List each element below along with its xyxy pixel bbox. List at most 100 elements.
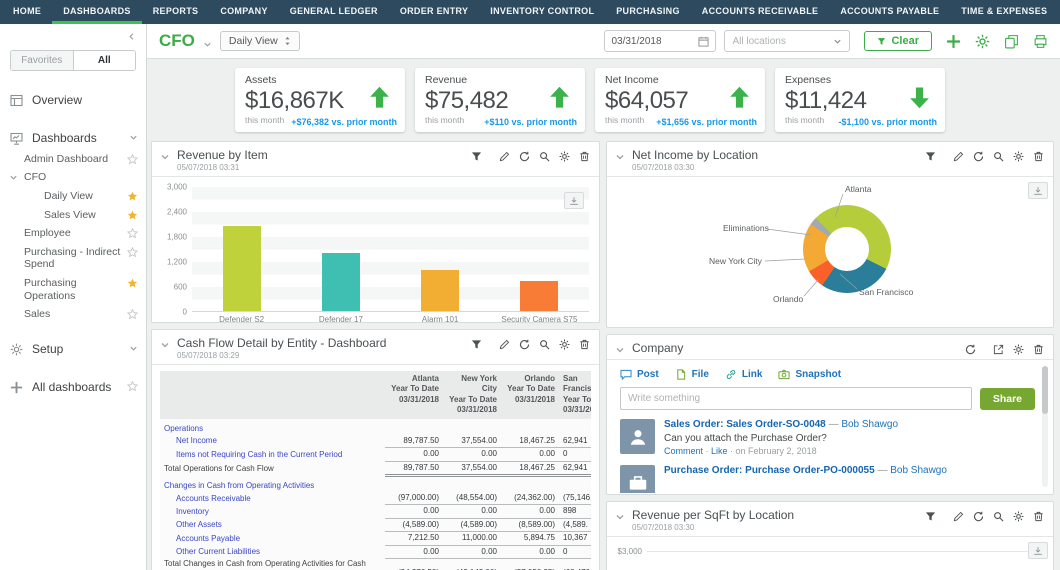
refresh-icon[interactable]: [973, 511, 984, 522]
nav-item-company[interactable]: COMPANY: [209, 0, 278, 24]
bar-security-camera-s75[interactable]: [520, 281, 558, 311]
kpi-card-net-income[interactable]: Net Income$64,057this month+$1,656 vs. p…: [595, 68, 765, 132]
delete-icon[interactable]: [1033, 151, 1044, 162]
edit-icon[interactable]: [499, 151, 510, 162]
row-label[interactable]: Items not Requiring Cash in the Current …: [160, 448, 385, 461]
post-action-like[interactable]: Like: [711, 446, 728, 456]
dashboard-settings-button[interactable]: [975, 34, 990, 49]
settings-icon[interactable]: [559, 151, 570, 162]
post-action-comment[interactable]: Comment: [664, 446, 703, 456]
star-outline-icon[interactable]: [127, 381, 138, 392]
download-chart-button[interactable]: [1028, 542, 1048, 559]
chevron-down-icon[interactable]: [129, 344, 138, 353]
nav-item-dashboards[interactable]: DASHBOARDS: [52, 0, 142, 24]
star-outline-icon[interactable]: [127, 247, 138, 258]
nav-item-time-expenses[interactable]: TIME & EXPENSES: [950, 0, 1058, 24]
kpi-card-revenue[interactable]: Revenue$75,482this month+$110 vs. prior …: [415, 68, 585, 132]
star-filled-icon[interactable]: [127, 191, 138, 202]
sidebar-item-daily-view[interactable]: Daily View: [0, 187, 146, 206]
zoom-icon[interactable]: [539, 151, 550, 162]
collapse-panel-icon[interactable]: [615, 512, 625, 522]
edit-icon[interactable]: [499, 339, 510, 350]
collapse-panel-icon[interactable]: [160, 340, 170, 350]
composer-tab-snapshot[interactable]: Snapshot: [778, 369, 841, 380]
filter-icon[interactable]: [925, 511, 936, 522]
star-outline-icon[interactable]: [127, 228, 138, 239]
composer-tab-link[interactable]: Link: [725, 369, 763, 380]
download-chart-button[interactable]: [1028, 182, 1048, 199]
sidebar-item-setup[interactable]: Setup: [0, 338, 146, 360]
chevron-down-icon[interactable]: [129, 133, 138, 142]
row-label[interactable]: Other Current Liabilities: [160, 545, 385, 558]
sidebar-item-purchasing-indirect-spend[interactable]: Purchasing - Indirect Spend: [0, 243, 146, 274]
download-chart-button[interactable]: [564, 192, 584, 209]
title-chevron-icon[interactable]: [203, 40, 212, 49]
collapse-panel-icon[interactable]: [615, 152, 625, 162]
kpi-card-assets[interactable]: Assets$16,867Kthis month+$76,382 vs. pri…: [235, 68, 405, 132]
bar-defender-17[interactable]: [322, 253, 360, 311]
nav-item-home[interactable]: HOME: [2, 0, 52, 24]
sidebar-item-purchasing-operations[interactable]: Purchasing Operations: [0, 274, 146, 305]
zoom-icon[interactable]: [539, 339, 550, 350]
duplicate-button[interactable]: [1004, 34, 1019, 49]
nav-item-general-ledger[interactable]: GENERAL LEDGER: [279, 0, 389, 24]
settings-icon[interactable]: [559, 339, 570, 350]
delete-icon[interactable]: [579, 151, 590, 162]
settings-icon[interactable]: [1013, 151, 1024, 162]
settings-icon[interactable]: [1013, 344, 1024, 355]
sidebar-item-cfo[interactable]: CFO: [0, 168, 146, 187]
star-filled-icon[interactable]: [127, 210, 138, 221]
nav-item-inventory-control[interactable]: INVENTORY CONTROL: [479, 0, 605, 24]
tab-all[interactable]: All: [73, 51, 136, 70]
nav-item-order-entry[interactable]: ORDER ENTRY: [389, 0, 479, 24]
refresh-icon[interactable]: [519, 339, 530, 350]
row-label[interactable]: Other Assets: [160, 518, 385, 531]
sidebar-item-employee[interactable]: Employee: [0, 224, 146, 243]
collapse-panel-icon[interactable]: [160, 152, 170, 162]
bar-alarm-101[interactable]: [421, 270, 459, 311]
row-label[interactable]: Net Income: [160, 435, 385, 448]
post-title-link[interactable]: Purchase Order: Purchase Order-PO-000055: [664, 465, 875, 476]
delete-icon[interactable]: [1033, 344, 1044, 355]
post-title-link[interactable]: Sales Order: Sales Order-SO-0048: [664, 419, 826, 430]
edit-icon[interactable]: [953, 511, 964, 522]
chevron-down-icon[interactable]: [9, 173, 18, 182]
tab-favorites[interactable]: Favorites: [11, 51, 73, 70]
post-author-link[interactable]: Bob Shawgo: [841, 419, 898, 430]
filter-icon[interactable]: [471, 151, 482, 162]
sidebar-item-admin-dashboard[interactable]: Admin Dashboard: [0, 150, 146, 169]
sidebar-item-overview[interactable]: Overview: [0, 89, 146, 111]
edit-icon[interactable]: [953, 151, 964, 162]
calendar-icon[interactable]: [698, 36, 709, 47]
nav-item-accounts-payable[interactable]: ACCOUNTS PAYABLE: [829, 0, 950, 24]
star-outline-icon[interactable]: [127, 309, 138, 320]
sidebar-collapse-icon[interactable]: [127, 32, 136, 41]
row-label[interactable]: Accounts Receivable: [160, 492, 385, 505]
sidebar-item-all-dashboards[interactable]: All dashboards: [0, 376, 146, 398]
refresh-icon[interactable]: [519, 151, 530, 162]
share-button[interactable]: Share: [980, 388, 1035, 410]
delete-icon[interactable]: [1033, 511, 1044, 522]
composer-tab-file[interactable]: File: [675, 369, 709, 380]
composer-tab-post[interactable]: Post: [620, 369, 659, 380]
print-button[interactable]: [1033, 34, 1048, 49]
vertical-scrollbar[interactable]: [1042, 366, 1048, 487]
star-filled-icon[interactable]: [127, 278, 138, 289]
zoom-icon[interactable]: [993, 511, 1004, 522]
row-label[interactable]: Operations: [160, 419, 385, 435]
sidebar-item-sales[interactable]: Sales: [0, 305, 146, 324]
view-selector[interactable]: Daily View: [220, 31, 300, 51]
sidebar-item-dashboards[interactable]: Dashboards: [0, 127, 146, 149]
filter-icon[interactable]: [925, 151, 936, 162]
post-author-link[interactable]: Bob Shawgo: [890, 465, 947, 476]
scrollbar-thumb[interactable]: [1042, 366, 1048, 414]
clear-filters-button[interactable]: Clear: [864, 31, 932, 51]
post-input[interactable]: [620, 387, 972, 410]
row-label[interactable]: Changes in Cash from Operating Activitie…: [160, 476, 385, 492]
add-widget-button[interactable]: [946, 34, 961, 49]
sidebar-item-sales-view[interactable]: Sales View: [0, 206, 146, 225]
location-filter-select[interactable]: All locations: [724, 30, 850, 52]
nav-item-purchasing[interactable]: PURCHASING: [605, 0, 691, 24]
refresh-icon[interactable]: [965, 344, 976, 355]
zoom-icon[interactable]: [993, 151, 1004, 162]
